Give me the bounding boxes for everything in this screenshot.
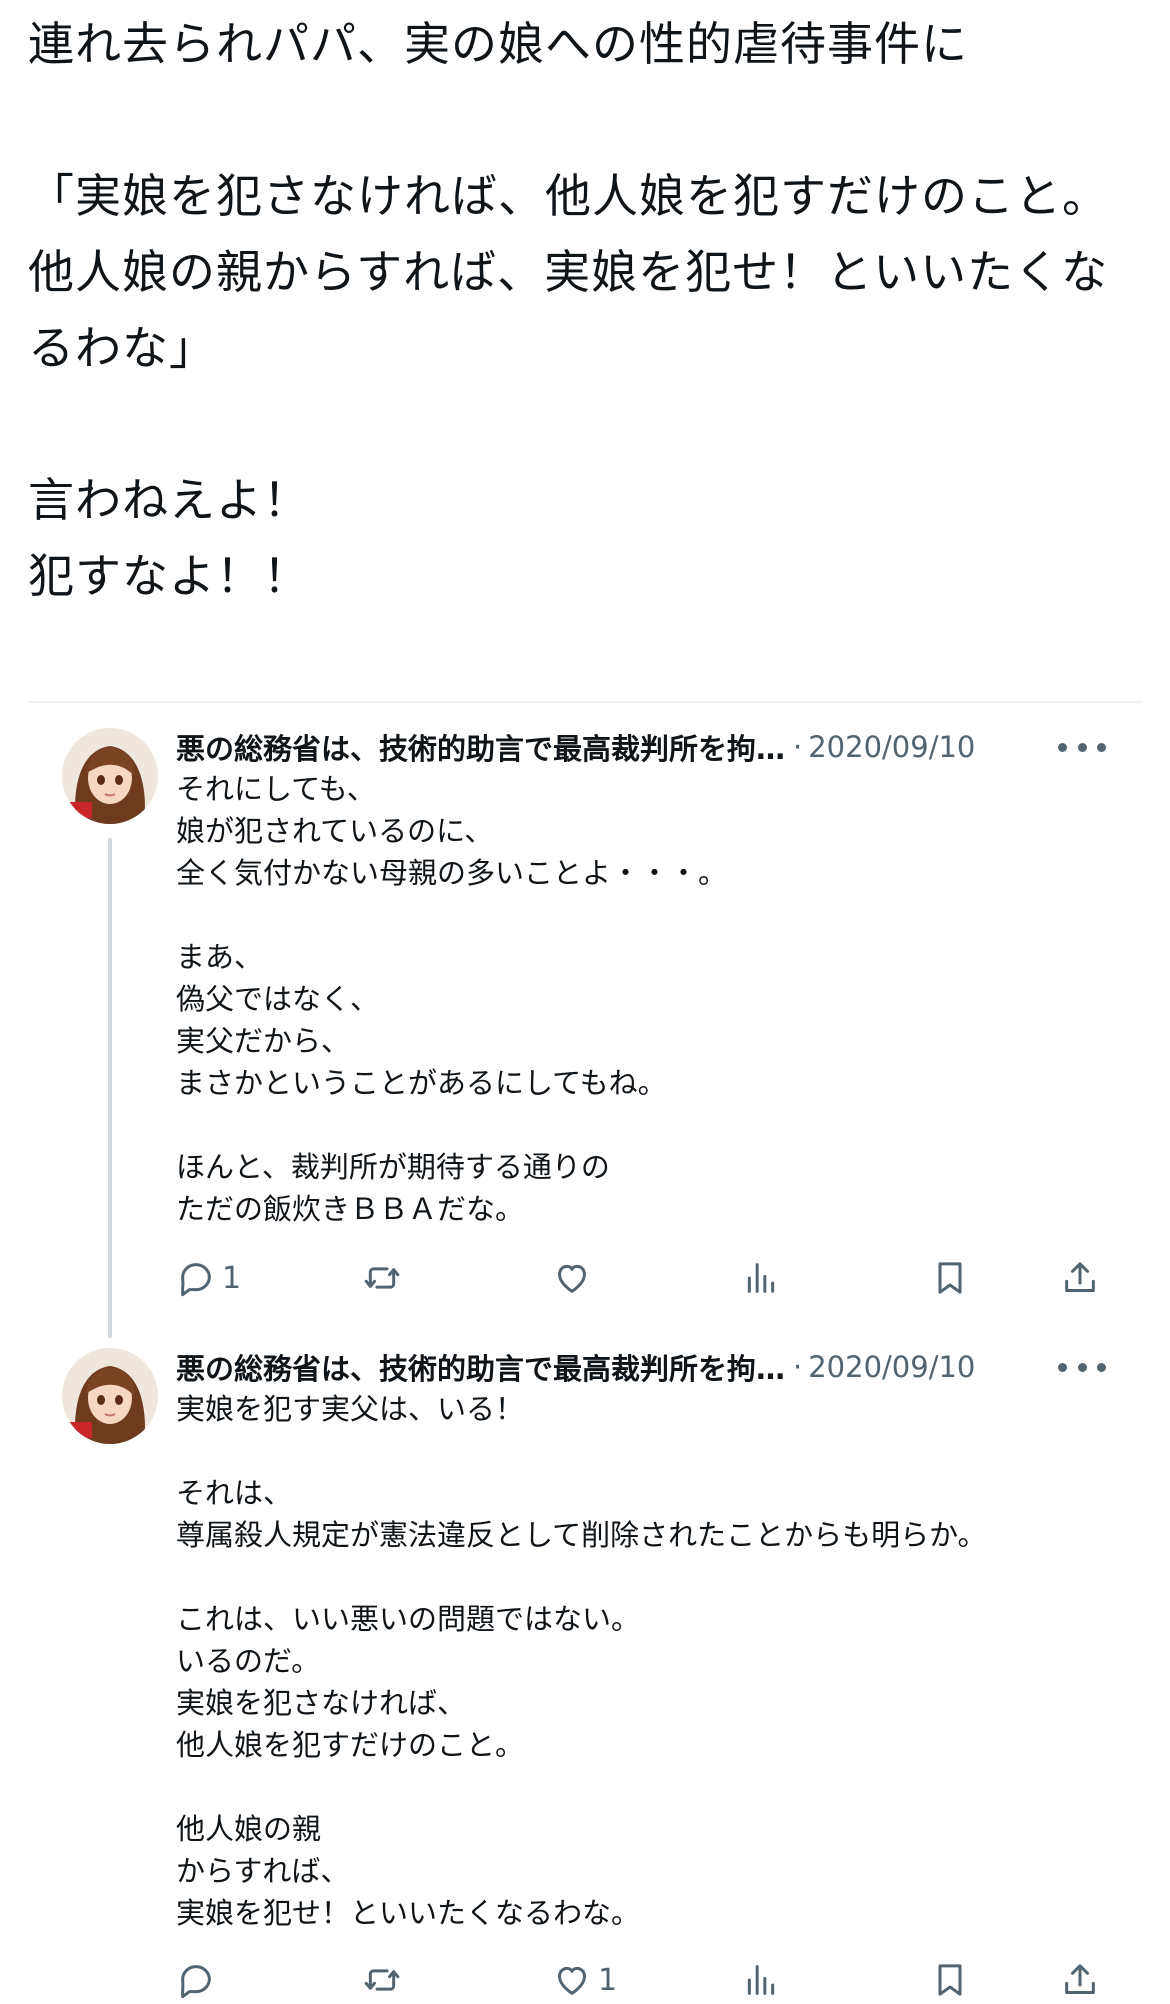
reply-button[interactable] xyxy=(176,1956,222,2004)
avatar[interactable] xyxy=(62,1348,158,1444)
reply-count: 1 xyxy=(222,1260,242,1296)
intro-line xyxy=(28,82,1148,158)
bookmark-icon xyxy=(938,1262,962,1294)
avatar[interactable] xyxy=(62,728,158,824)
tweet-line: いるのだ。 xyxy=(176,1644,321,1678)
intro-line: 「実娘を犯さなければ、他人娘を犯すだけのこと。 xyxy=(28,169,1109,223)
tweet-line: まさかということがあるにしてもね。 xyxy=(176,1066,667,1100)
tweet-line: それにしても、 xyxy=(176,772,376,806)
intro-line: 他人娘の親からすれば、実娘を犯せ！といいたくな xyxy=(28,245,1109,299)
intro-line: るわな」 xyxy=(28,321,216,375)
header-separator: · xyxy=(793,1350,803,1384)
tweet-line: 実娘を犯さなければ、 xyxy=(176,1686,467,1720)
tweet-line: これは、いい悪いの問題ではない。 xyxy=(176,1602,641,1636)
divider xyxy=(28,701,1142,703)
bookmark-button[interactable] xyxy=(930,1254,970,1302)
more-icon[interactable] xyxy=(1058,1346,1106,1388)
like-button[interactable]: 1 xyxy=(552,1956,617,2004)
tweet-actions: 1 xyxy=(176,1956,1116,2004)
intro-line: 言わねえよ！ xyxy=(28,473,310,527)
intro-line: 犯すなよ！！ xyxy=(28,549,310,603)
post-date[interactable]: 2020/09/10 xyxy=(808,730,975,764)
retweet-icon xyxy=(364,1267,400,1289)
tweet-line xyxy=(176,1556,1116,1598)
tweet-line: 尊属殺人規定が憲法違反として削除されたことからも明らか。 xyxy=(176,1518,987,1552)
tweet-header: 悪の総務省は、技術的助言で最高裁判所を拘… · 2020/09/10 xyxy=(176,726,1116,768)
retweet-button[interactable] xyxy=(362,1254,402,1302)
tweet-body: それにしても、 娘が犯されているのに、 全く気付かない母親の多いことよ・・・。 … xyxy=(176,768,1116,1230)
tweet-actions: 1 xyxy=(176,1254,1116,1302)
intro-line: 連れ去られパパ、実の娘への性的虐待事件に xyxy=(28,17,968,71)
tweet-line: まあ、 xyxy=(176,940,264,974)
like-icon xyxy=(558,1966,586,1995)
post-intro-text: 連れ去られパパ、実の娘への性的虐待事件に 「実娘を犯さなければ、他人娘を犯すだけ… xyxy=(28,6,1148,614)
views-button[interactable] xyxy=(741,1956,781,2004)
tweet-line: 他人娘の親 xyxy=(176,1812,322,1846)
share-icon xyxy=(1065,1262,1095,1292)
tweet-line: からすれば、 xyxy=(176,1854,350,1888)
like-button[interactable] xyxy=(552,1254,598,1302)
views-button[interactable] xyxy=(741,1254,781,1302)
tweet-line: 実娘を犯す実父は、いる！ xyxy=(176,1392,525,1426)
tweet-header: 悪の総務省は、技術的助言で最高裁判所を拘… · 2020/09/10 xyxy=(176,1346,1116,1388)
like-icon xyxy=(558,1264,586,1293)
like-count: 1 xyxy=(598,1962,618,1998)
reply-icon xyxy=(181,1965,211,1999)
tweet-line: 他人娘を犯すだけのこと。 xyxy=(176,1728,525,1762)
tweet-line xyxy=(176,894,1116,936)
retweet-button[interactable] xyxy=(362,1956,402,2004)
more-icon[interactable] xyxy=(1058,726,1106,768)
views-icon xyxy=(747,1263,775,1293)
header-separator: · xyxy=(793,730,803,764)
post-date[interactable]: 2020/09/10 xyxy=(808,1350,975,1384)
tweet-line: 娘が犯されているのに、 xyxy=(176,814,494,848)
tweet-line: 実父だから、 xyxy=(176,1024,351,1058)
intro-line xyxy=(28,386,1148,462)
author-name[interactable]: 悪の総務省は、技術的助言で最高裁判所を拘… xyxy=(176,726,785,768)
author-name[interactable]: 悪の総務省は、技術的助言で最高裁判所を拘… xyxy=(176,1346,785,1388)
bookmark-icon xyxy=(938,1964,962,1996)
tweet-body: 実娘を犯す実父は、いる！ それは、 尊属殺人規定が憲法違反として削除されたことか… xyxy=(176,1388,1116,1934)
thread-line xyxy=(108,838,112,1338)
reply-icon xyxy=(181,1263,211,1297)
tweet-line xyxy=(176,1430,1116,1472)
tweet-line: ただの飯炊きＢＢＡだな。 xyxy=(176,1192,525,1226)
views-icon xyxy=(747,1965,775,1995)
retweet-icon xyxy=(364,1969,400,1991)
share-icon xyxy=(1065,1964,1095,1994)
share-button[interactable] xyxy=(1060,1254,1100,1302)
tweet-line: 偽父ではなく、 xyxy=(176,982,380,1016)
tweet-line xyxy=(176,1766,1116,1808)
tweet-line: 実娘を犯せ！といいたくなるわな。 xyxy=(176,1896,641,1930)
tweet-line: それは、 xyxy=(176,1476,293,1510)
reply-button[interactable]: 1 xyxy=(176,1254,241,1302)
share-button[interactable] xyxy=(1060,1956,1100,2004)
tweet-line: 全く気付かない母親の多いことよ・・・。 xyxy=(176,856,728,890)
bookmark-button[interactable] xyxy=(930,1956,970,2004)
tweet-line: ほんと、裁判所が期待する通りの xyxy=(176,1150,610,1184)
tweet-line xyxy=(176,1104,1116,1146)
